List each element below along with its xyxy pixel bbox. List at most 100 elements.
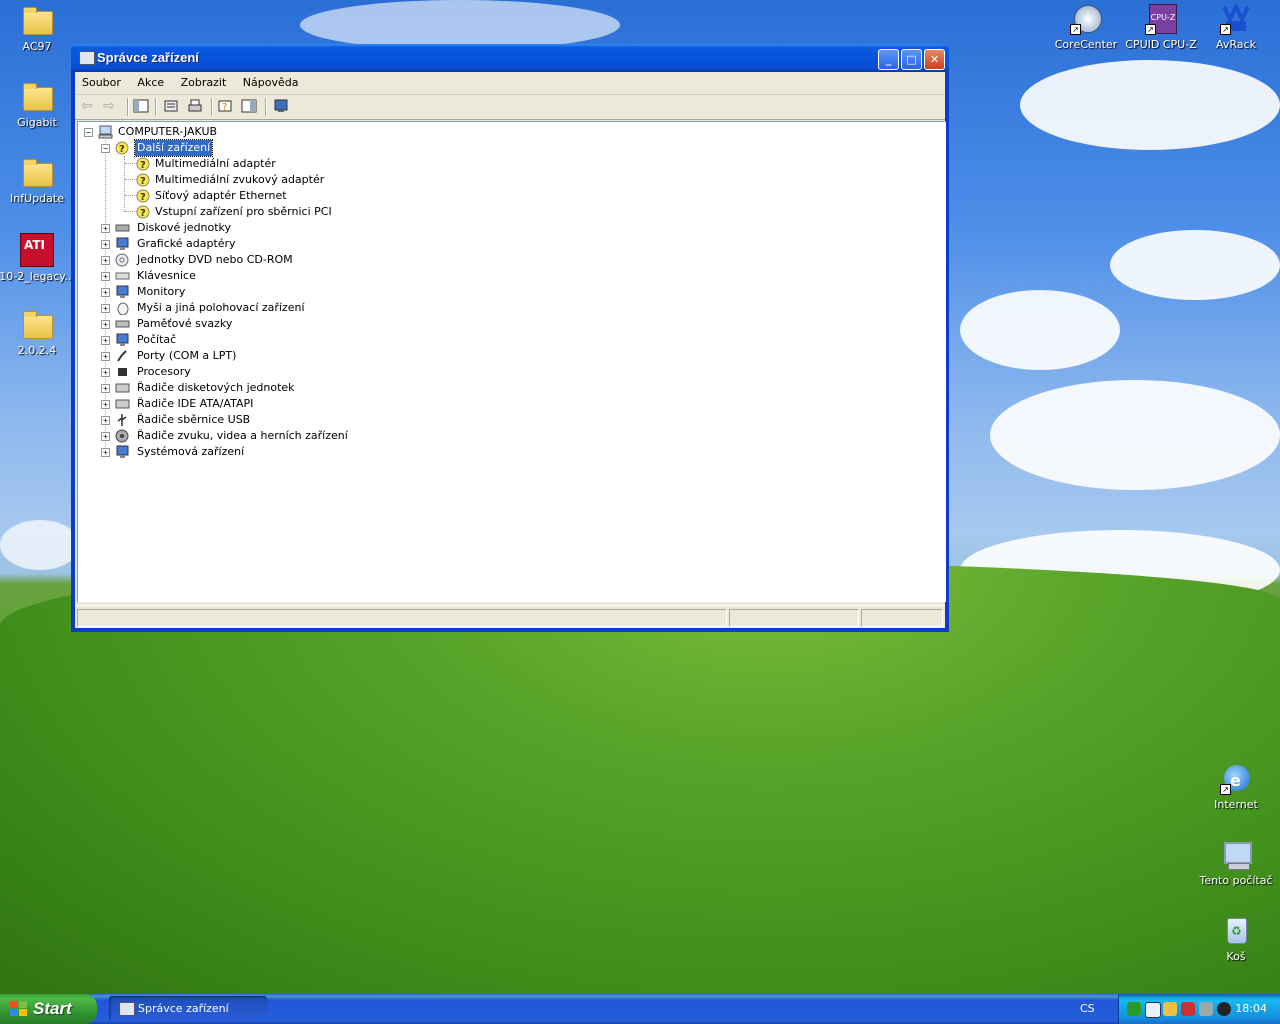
tree-category-label-selected: Další zařízení: [133, 139, 214, 157]
folder-icon: [21, 309, 53, 341]
sound-icon: [115, 429, 130, 443]
disk-drive-icon: [115, 221, 130, 235]
tray-avrack-icon[interactable]: [1199, 1002, 1213, 1016]
collapse-icon[interactable]: −: [101, 144, 110, 153]
desktop-icon-cpuz[interactable]: CPU-Z ↗ CPUID CPU-Z: [1123, 3, 1199, 51]
taskbar-button-device-manager[interactable]: Správce zařízení: [109, 996, 267, 1021]
tree-category-label: Monitory: [137, 285, 186, 298]
tree-category-label: Jednotky DVD nebo CD-ROM: [137, 253, 293, 266]
menu-zobrazit[interactable]: Zobrazit: [174, 72, 233, 89]
expand-icon[interactable]: +: [101, 288, 110, 297]
expand-icon[interactable]: +: [101, 352, 110, 361]
menu-bar: Soubor Akce Zobrazit Nápověda: [75, 72, 945, 95]
tree-category-label: Počítač: [137, 333, 177, 346]
expand-icon[interactable]: +: [101, 384, 110, 393]
collapse-icon[interactable]: −: [84, 128, 93, 137]
warning-device-icon: ?: [136, 173, 151, 187]
ide-controller-icon: [115, 397, 130, 411]
status-cell-main: [77, 609, 727, 627]
desktop-icon-label: Internet: [1214, 798, 1258, 811]
scan-hardware-changes-icon[interactable]: [273, 99, 291, 115]
desktop-icon-gigabit[interactable]: Gigabit: [0, 81, 75, 129]
properties-icon[interactable]: [163, 99, 181, 115]
ati-radeon-icon: ATI: [20, 233, 54, 267]
desktop-icon-label: CPUID CPU-Z: [1125, 38, 1197, 51]
svg-text:?: ?: [140, 192, 146, 203]
desktop-icon-infupdate[interactable]: InfUpdate: [0, 157, 75, 205]
storage-volume-icon: [115, 317, 130, 331]
folder-icon: [21, 81, 53, 113]
device-manager-window: Správce zařízení _ □ ✕ Soubor Akce Zobra…: [71, 44, 949, 632]
corecenter-icon: ↗: [1070, 3, 1102, 35]
desktop-icon-my-computer[interactable]: Tento počítač: [1198, 839, 1274, 887]
show-hide-console-tree-icon[interactable]: [133, 99, 151, 115]
tray-network-icon[interactable]: [1127, 1002, 1141, 1016]
expand-icon[interactable]: +: [101, 256, 110, 265]
menu-akce[interactable]: Akce: [130, 72, 170, 89]
expand-icon[interactable]: +: [101, 224, 110, 233]
tree-category-label: Grafické adaptéry: [137, 237, 236, 250]
usb-icon: [115, 413, 130, 427]
folder-icon: [21, 5, 53, 37]
menu-napoveda[interactable]: Nápověda: [236, 72, 305, 89]
print-icon[interactable]: [187, 99, 205, 115]
menu-soubor[interactable]: Soubor: [75, 72, 127, 89]
show-hide-action-pane-icon[interactable]: [241, 99, 259, 115]
language-indicator[interactable]: CS: [1080, 1002, 1095, 1015]
expand-icon[interactable]: +: [101, 240, 110, 249]
maximize-button[interactable]: □: [901, 49, 922, 70]
clock[interactable]: 18:04: [1235, 1002, 1267, 1015]
desktop-icon-recycle-bin[interactable]: ♻ Koš: [1198, 915, 1274, 963]
expand-icon[interactable]: +: [101, 272, 110, 281]
expand-icon[interactable]: +: [101, 416, 110, 425]
tray-security-icon[interactable]: [1181, 1002, 1195, 1016]
desktop-icon-label: AvRack: [1216, 38, 1256, 51]
forward-icon[interactable]: ⇨: [103, 99, 121, 115]
internet-explorer-icon: e ↗: [1220, 763, 1252, 795]
help-icon[interactable]: ?: [217, 99, 235, 115]
port-icon: [115, 349, 130, 363]
tree-device-label: Multimediální adaptér: [155, 157, 276, 170]
expand-icon[interactable]: +: [101, 432, 110, 441]
start-button[interactable]: Start: [0, 994, 97, 1024]
expand-icon[interactable]: +: [101, 448, 110, 457]
desktop-icon-internet[interactable]: e ↗ Internet: [1198, 763, 1274, 811]
desktop-icon-ac97[interactable]: AC97: [0, 5, 75, 53]
recycle-bin-icon: ♻: [1220, 915, 1252, 947]
tree-category-label: Myši a jiná polohovací zařízení: [137, 301, 305, 314]
cpuz-icon: CPU-Z ↗: [1145, 3, 1177, 35]
expand-icon[interactable]: +: [101, 400, 110, 409]
desktop-icon-label: CoreCenter: [1054, 38, 1118, 51]
back-icon[interactable]: ⇦: [81, 99, 99, 115]
tray-tools-icon[interactable]: [1163, 1002, 1177, 1016]
tree-category-label: Řadiče sběrnice USB: [137, 413, 251, 426]
desktop-icon-avrack[interactable]: ↗ AvRack: [1198, 2, 1274, 51]
tree-category-label: Klávesnice: [137, 269, 196, 282]
tree-category-label: Řadiče IDE ATA/ATAPI: [137, 397, 254, 410]
warning-device-icon: ?: [136, 205, 151, 219]
unknown-device-icon: ?: [115, 141, 130, 155]
desktop-icon-label: InfUpdate: [10, 192, 64, 205]
desktop-icon-corecenter[interactable]: ↗ CoreCenter: [1048, 3, 1124, 51]
desktop-icon-ati-legacy[interactable]: ATI 10-2_legacy...: [0, 233, 75, 283]
desktop-icon-label: 2.0.2.4: [17, 344, 57, 357]
svg-text:?: ?: [119, 144, 125, 155]
computer-icon: [98, 125, 113, 139]
tray-audio-icon[interactable]: [1217, 1002, 1231, 1016]
svg-text:?: ?: [222, 102, 227, 113]
taskbar-button-label: Správce zařízení: [138, 1002, 229, 1015]
expand-icon[interactable]: +: [101, 368, 110, 377]
display-adapter-icon: [115, 237, 130, 251]
minimize-button[interactable]: _: [878, 49, 899, 70]
tray-display-icon[interactable]: [1145, 1002, 1161, 1018]
close-button[interactable]: ✕: [924, 49, 945, 70]
expand-icon[interactable]: +: [101, 336, 110, 345]
expand-icon[interactable]: +: [101, 320, 110, 329]
expand-icon[interactable]: +: [101, 304, 110, 313]
tree-category-label: Systémová zařízení: [137, 445, 245, 458]
desktop-icon-label: AC97: [22, 40, 52, 53]
monitor-icon: [115, 285, 130, 299]
title-bar[interactable]: Správce zařízení _ □ ✕: [71, 44, 949, 72]
desktop-icon-2024[interactable]: 2.0.2.4: [0, 309, 75, 357]
processor-icon: [115, 365, 130, 379]
